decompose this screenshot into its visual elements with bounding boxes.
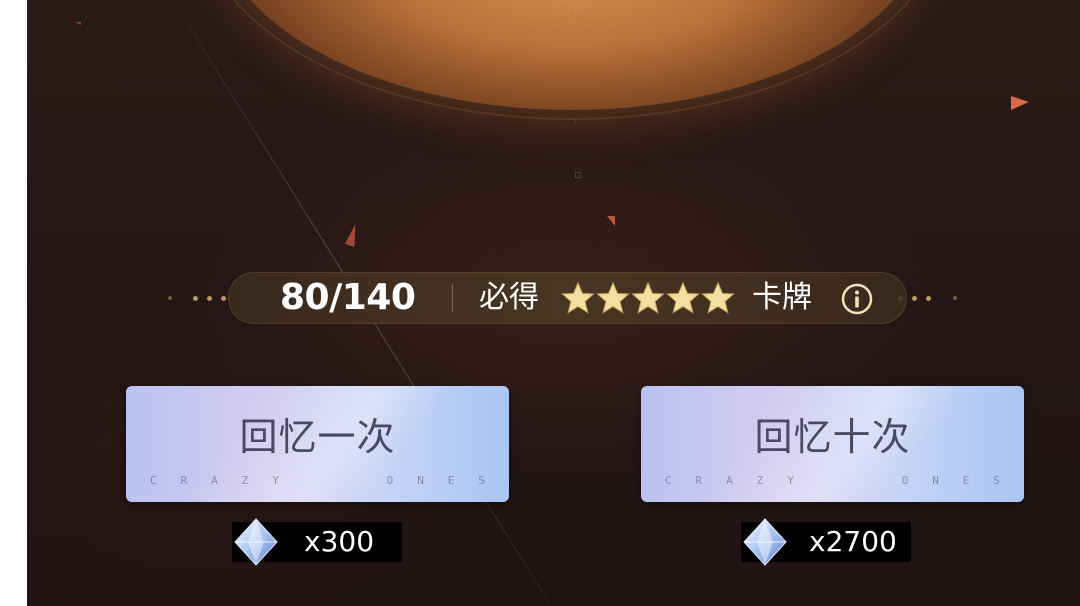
star-icon — [631, 281, 665, 314]
subtitle-letter: O — [386, 474, 394, 487]
subtitle-letter: S — [993, 474, 1000, 487]
vertical-marker: · — [574, 115, 578, 128]
summon-ten-label: 回忆十次 — [754, 415, 911, 459]
vertical-marker: ▫ — [574, 168, 582, 181]
vertical-marker: ▫ — [574, 2, 582, 15]
summon-ten-button[interactable]: 回忆十次 C R A Z Y O N E S — [641, 386, 1024, 502]
info-icon[interactable] — [840, 282, 874, 316]
subtitle-letter: R — [695, 474, 703, 487]
pity-count: 80/140 — [280, 277, 416, 318]
subtitle-letter: E — [962, 474, 970, 487]
subtitle-letter: Z — [241, 474, 249, 487]
star-icon — [666, 281, 700, 314]
subtitle-letter: E — [447, 474, 455, 487]
screen-margin — [0, 0, 27, 606]
vertical-marker: · — [574, 60, 578, 73]
pity-guarantee-label: 必得 — [479, 280, 539, 315]
floating-shard — [75, 22, 81, 25]
subtitle-letter: O — [901, 474, 909, 487]
floating-shard — [1011, 96, 1029, 110]
pity-divider — [452, 284, 453, 312]
subtitle-letter — [303, 474, 363, 487]
subtitle-letter: N — [417, 474, 424, 487]
subtitle-letter: C — [150, 474, 157, 487]
subtitle-letter: R — [180, 474, 188, 487]
ten-cost: x2700 — [741, 518, 911, 566]
summon-single-label: 回忆一次 — [239, 415, 396, 459]
floating-shard — [344, 222, 362, 248]
crystal-gem-icon — [234, 518, 278, 566]
subtitle-letter: N — [932, 474, 939, 487]
ten-cost-amount: x2700 — [809, 525, 897, 558]
subtitle-letter: A — [726, 474, 733, 487]
single-cost: x300 — [232, 518, 402, 566]
star-icon — [561, 281, 595, 314]
subtitle-letter: A — [211, 474, 218, 487]
pity-deco-right — [898, 291, 966, 305]
five-star-rating — [561, 278, 736, 318]
subtitle-letter: Z — [756, 474, 764, 487]
subtitle-letter — [818, 474, 878, 487]
star-icon — [596, 281, 630, 314]
star-icon — [701, 281, 735, 314]
button-subtitle: CRAZYONES — [665, 474, 1000, 487]
subtitle-letter: S — [478, 474, 485, 487]
pity-card-label: 卡牌 — [752, 280, 812, 315]
crystal-gem-icon — [743, 518, 787, 566]
floating-shard — [607, 216, 615, 226]
single-cost-amount: x300 — [304, 525, 375, 558]
summon-single-button[interactable]: 回忆一次 C R A Z Y O N E S — [126, 386, 509, 502]
subtitle-letter: Y — [787, 474, 794, 487]
subtitle-letter: Y — [272, 474, 279, 487]
button-subtitle: CRAZYONES — [150, 474, 485, 487]
subtitle-letter: C — [665, 474, 672, 487]
pity-deco-left — [168, 291, 235, 305]
